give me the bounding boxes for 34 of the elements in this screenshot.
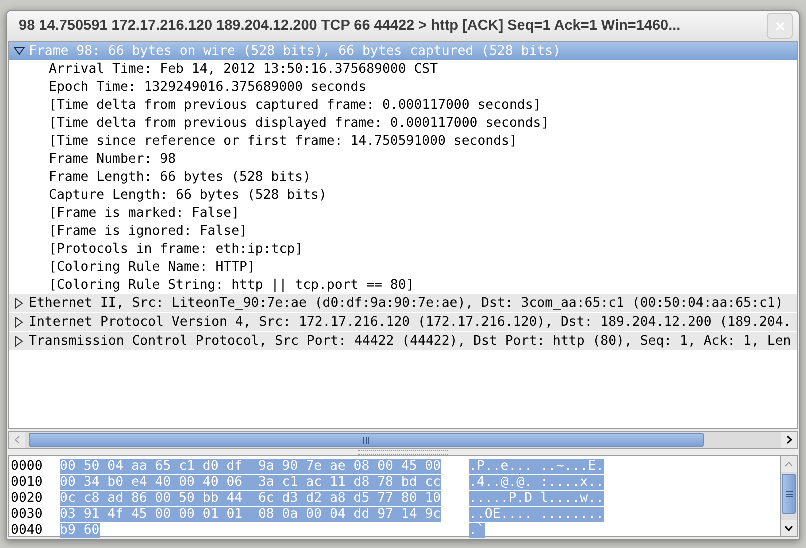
tree-item[interactable]: Frame Number: 98 <box>49 152 176 166</box>
byte-offset: 0010 <box>11 474 44 490</box>
grip-icon <box>786 490 792 498</box>
tree-item[interactable]: [Time since reference or first frame: 14.750591000 seconds] <box>49 134 518 148</box>
tree-item[interactable]: [Frame is ignored: False] <box>49 224 248 238</box>
window-title: 98 14.750591 172.17.216.120 189.204.12.200 TCP 66 44422 > http [ACK] Seq=1 Ack=1 Win=1460... <box>19 18 682 34</box>
tree-item[interactable]: [Time delta from previous captured frame: 0.000117000 seconds] <box>49 98 542 112</box>
byte-offset: 0040 <box>11 522 44 538</box>
tree-item[interactable]: [Time delta from previous displayed frame: 0.000117000 seconds] <box>49 116 550 130</box>
tree-item[interactable]: Epoch Time: 1329249016.375689000 seconds <box>49 80 367 94</box>
tree-item[interactable]: [Coloring Rule String: http || tcp.port == 80] <box>49 278 414 292</box>
grip-icon <box>363 436 370 444</box>
tree-item[interactable]: [Frame is marked: False] <box>49 206 240 220</box>
tree-row[interactable]: Ethernet II, Src: LiteonTe_90:7e:ae (d0:df:9a:90:7e:ae), Dst: 3com_aa:65:c1 (00:50:04:aa:65:c1) <box>9 294 797 313</box>
scrollbar-thumb[interactable] <box>29 433 704 447</box>
scroll-down-button[interactable] <box>781 520 797 536</box>
byte-offset: 0020 <box>11 490 44 506</box>
collapse-triangle-icon[interactable] <box>14 47 24 55</box>
horizontal-scrollbar[interactable] <box>8 431 798 449</box>
expand-triangle-icon[interactable] <box>15 298 23 308</box>
tree-item[interactable]: Frame Length: 66 bytes (528 bits) <box>49 170 312 184</box>
scroll-right-button[interactable] <box>781 432 797 448</box>
tree-item[interactable]: Arrival Time: Feb 14, 2012 13:50:16.375689000 CST <box>49 62 438 76</box>
tree-item[interactable]: [Protocols in frame: eth:ip:tcp] <box>49 242 304 256</box>
tree-item[interactable]: Capture Length: 66 bytes (528 bits) <box>49 188 327 202</box>
tree-row[interactable]: Transmission Control Protocol, Src Port: 44422 (44422), Dst Port: http (80), Seq: 1, Ack: 1, Len <box>9 332 797 351</box>
vertical-scrollbar[interactable] <box>780 456 797 536</box>
scrollbar-thumb[interactable] <box>782 474 796 514</box>
expand-triangle-icon[interactable] <box>15 316 23 328</box>
tree-item[interactable]: [Coloring Rule Name: HTTP] <box>49 260 256 274</box>
byte-offset: 0030 <box>11 506 44 522</box>
byte-offset: 0000 <box>11 458 44 474</box>
tree-row[interactable]: Internet Protocol Version 4, Src: 172.17.216.120 (172.17.216.120), Dst: 189.204.12.200 (189.204. <box>9 313 797 332</box>
expand-triangle-icon[interactable] <box>15 336 23 346</box>
